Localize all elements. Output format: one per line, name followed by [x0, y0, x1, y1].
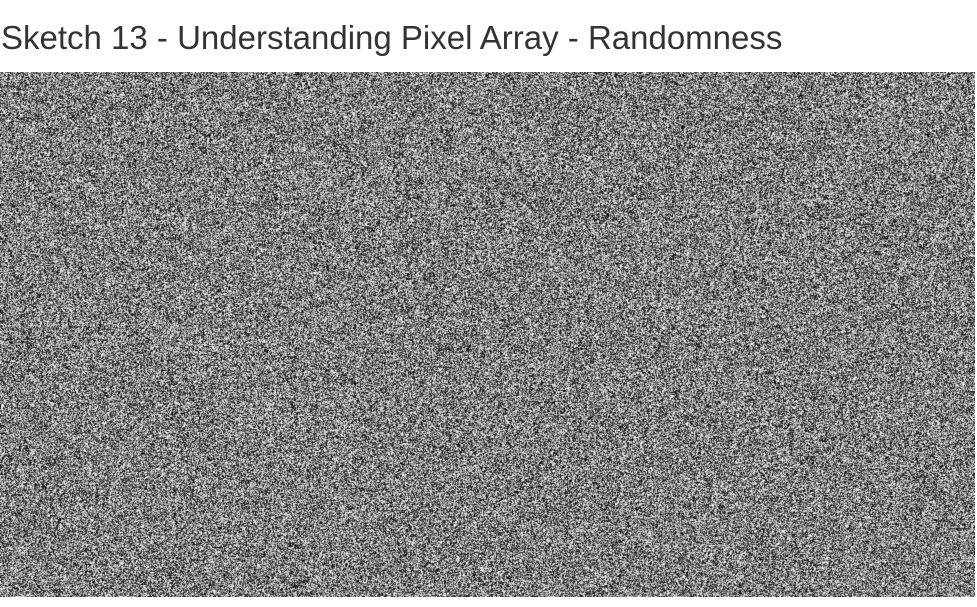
page-title: Sketch 13 - Understanding Pixel Array - … — [1, 16, 782, 60]
page: Sketch 13 - Understanding Pixel Array - … — [0, 0, 977, 607]
random-pixel-canvas[interactable] — [0, 72, 975, 597]
sketch-canvas-container — [0, 72, 975, 597]
